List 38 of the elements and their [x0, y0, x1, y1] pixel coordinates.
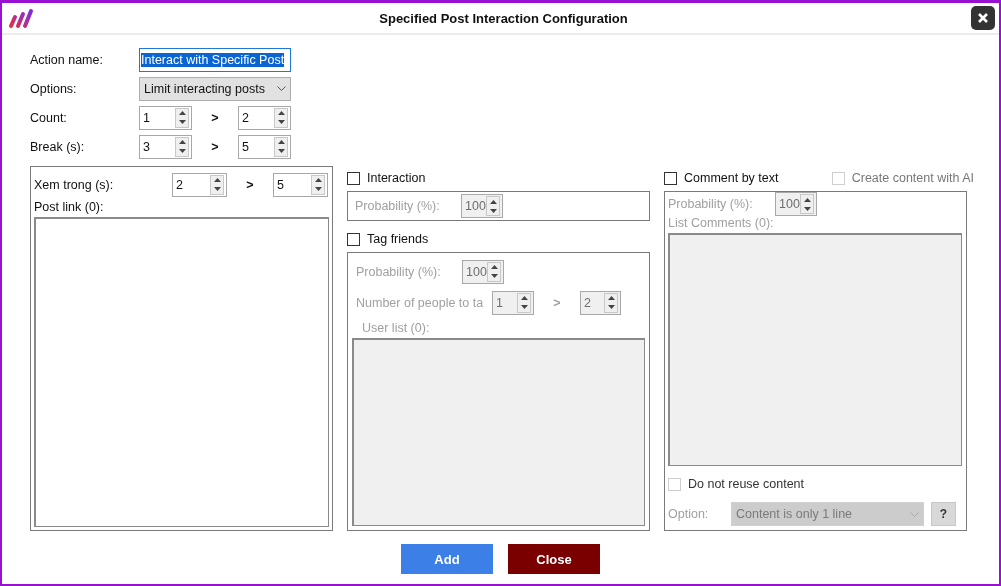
separator-sign: > — [210, 110, 220, 125]
number-spinner[interactable]: 5 — [273, 172, 328, 197]
field-label: User list (0): — [362, 321, 431, 335]
field-label: Option: — [668, 507, 710, 521]
number-spinner[interactable]: 1 — [139, 105, 192, 130]
close-button[interactable]: Close — [508, 544, 600, 574]
checkbox-label: Tag friends — [367, 232, 429, 246]
field-label: List Comments (0): — [668, 216, 775, 230]
separator-sign: > — [552, 295, 562, 310]
close-icon — [977, 12, 989, 24]
field-label: Options: — [30, 81, 78, 96]
close-button[interactable] — [971, 6, 995, 30]
field-label: Probability (%): — [356, 264, 442, 279]
logo-icon — [8, 7, 36, 29]
checkbox-label: Create content with AI — [851, 171, 974, 185]
field-label: Break (s): — [30, 139, 86, 154]
separator-sign: > — [245, 177, 255, 192]
field-label: Count: — [30, 110, 68, 125]
checkbox-label: Comment by text — [684, 171, 779, 185]
field-label: Action name: — [30, 52, 104, 67]
checkbox-label: Interaction — [367, 171, 426, 185]
field-label: Probability (%): — [668, 197, 754, 211]
action-name-field[interactable]: Interact with Specific Post — [139, 47, 291, 72]
field-label: Probability (%): — [355, 199, 441, 213]
field-label: Post link (0): — [34, 200, 105, 214]
add-button[interactable]: Add — [401, 544, 493, 574]
separator-sign: > — [210, 139, 220, 154]
number-spinner[interactable]: 2 — [238, 105, 291, 130]
field-label: Number of people to ta — [356, 295, 485, 310]
window-title: Specified Post Interaction Configuration — [378, 10, 629, 26]
number-spinner[interactable]: 2 — [172, 172, 227, 197]
number-spinner[interactable]: 3 — [139, 134, 192, 159]
caret-icon — [910, 511, 919, 517]
field-label: Xem trong (s): — [34, 177, 115, 192]
checkbox-label: Do not reuse content — [688, 477, 805, 491]
options-dropdown[interactable]: Limit interacting posts — [139, 76, 291, 101]
number-spinner[interactable]: 5 — [238, 134, 291, 159]
caret-icon — [277, 86, 286, 91]
